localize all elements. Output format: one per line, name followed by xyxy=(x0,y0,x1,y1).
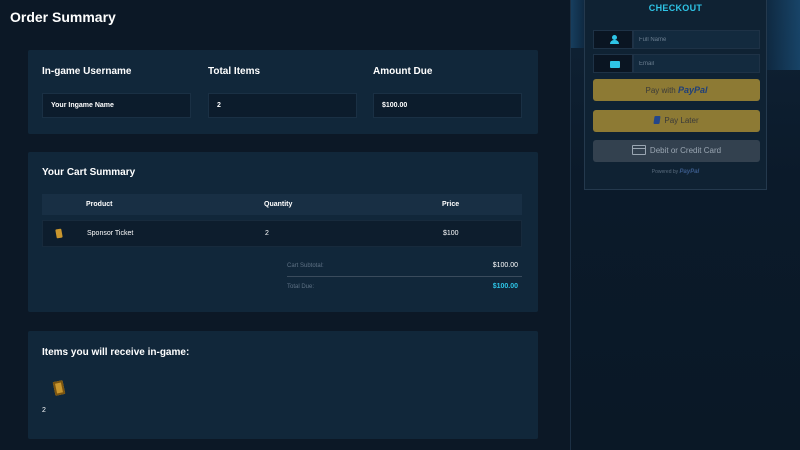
column-header-quantity: Quantity xyxy=(264,201,293,208)
column-header-product: Product xyxy=(86,201,113,208)
amount-due-label: Amount Due xyxy=(373,66,433,77)
column-header-price: Price xyxy=(442,201,460,208)
ticket-icon xyxy=(52,380,66,396)
table-row: Sponsor Ticket 2 $100 xyxy=(42,220,522,247)
powered-by-brand: PayPal xyxy=(679,169,700,175)
subtotal-label: Cart Subtotal: xyxy=(287,263,324,269)
total-items-label: Total Items xyxy=(208,66,261,77)
rewards-card: Items you will receive in-game: 2 xyxy=(28,331,538,439)
powered-by-paypal: Powered by PayPal xyxy=(585,169,766,175)
amount-due-value: $100.00 xyxy=(373,93,522,118)
background-decoration xyxy=(571,0,585,48)
email-input[interactable] xyxy=(633,54,760,73)
mail-icon-cell xyxy=(593,54,633,73)
reward-count: 2 xyxy=(42,407,46,414)
paypal-logo: PayPal xyxy=(677,85,708,95)
mail-icon xyxy=(610,61,620,68)
ticket-icon xyxy=(55,228,63,239)
paypal-icon xyxy=(653,116,661,124)
cart-summary-title: Your Cart Summary xyxy=(42,167,136,178)
pay-with-paypal-button[interactable]: Pay with PayPal xyxy=(593,79,760,101)
product-quantity: 2 xyxy=(265,230,269,237)
full-name-input[interactable] xyxy=(633,30,760,49)
rewards-title: Items you will receive in-game: xyxy=(42,347,190,358)
credit-card-icon xyxy=(631,145,646,155)
checkout-title: CHECKOUT xyxy=(648,3,703,13)
product-price: $100 xyxy=(443,230,459,237)
subtotal-value: $100.00 xyxy=(492,262,518,269)
page-title: Order Summary xyxy=(10,9,116,25)
user-icon xyxy=(610,35,619,45)
pay-later-label: Pay Later xyxy=(664,116,699,125)
powered-by-label: Powered by xyxy=(651,169,679,175)
debit-credit-card-button[interactable]: Debit or Credit Card xyxy=(593,140,760,162)
pay-with-label: Pay with xyxy=(645,86,676,95)
totals-divider xyxy=(287,276,522,277)
total-items-value: 2 xyxy=(208,93,357,118)
cart-table-header: Product Quantity Price xyxy=(42,194,522,215)
username-label: In-game Username xyxy=(42,66,132,77)
total-due-value: $100.00 xyxy=(492,283,518,290)
user-icon-cell xyxy=(593,30,633,49)
total-due-label: Total Due: xyxy=(287,284,315,290)
cart-summary-card: Your Cart Summary Product Quantity Price… xyxy=(28,152,538,312)
full-name-field-row xyxy=(593,30,760,49)
email-field-row xyxy=(593,54,760,73)
product-name: Sponsor Ticket xyxy=(87,230,134,237)
username-value: Your Ingame Name xyxy=(42,93,191,118)
pay-later-button[interactable]: Pay Later xyxy=(593,110,760,132)
background-decoration xyxy=(764,0,800,70)
checkout-box: CHECKOUT Pay with PayPal Pay Later Debit… xyxy=(584,0,767,190)
order-summary-card: In-game Username Your Ingame Name Total … xyxy=(28,50,538,134)
card-button-label: Debit or Credit Card xyxy=(649,146,722,155)
